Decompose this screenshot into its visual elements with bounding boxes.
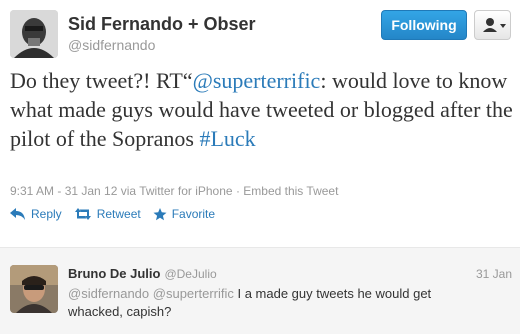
following-button[interactable]: Following <box>381 10 467 40</box>
author-handle[interactable]: @sidfernando <box>68 37 155 53</box>
user-menu-icon <box>483 18 506 32</box>
favorite-icon <box>153 207 167 220</box>
tweet-main: Sid Fernando + Obser @sidfernando Follow… <box>0 0 520 247</box>
reply-icon <box>10 208 25 220</box>
favorite-label: Favorite <box>171 207 216 221</box>
reply-button[interactable]: Reply <box>10 207 62 221</box>
tweet-meta: 9:31 AM - 31 Jan 12 via Twitter for iPho… <box>10 184 338 198</box>
tweet-text: Do they tweet?! RT“@superterrific: would… <box>10 66 515 153</box>
reply-author-handle[interactable]: @DeJulio <box>164 267 216 281</box>
retweet-button[interactable]: Retweet <box>74 207 141 221</box>
reply-tweet: Bruno De Julio @DeJulio 31 Jan @sidfernan… <box>0 247 520 334</box>
tweet-text-prefix: Do they tweet?! RT“ <box>10 68 193 93</box>
reply-label: Reply <box>31 207 62 221</box>
reply-author[interactable]: Bruno De Julio @DeJulio <box>68 266 217 281</box>
reply-date[interactable]: 31 Jan <box>476 267 512 281</box>
author-name[interactable]: Sid Fernando + Obser <box>68 14 256 35</box>
tweet-source: via Twitter for iPhone <box>120 184 233 198</box>
reply-author-name[interactable]: Bruno De Julio <box>68 266 160 281</box>
reply-mention-1[interactable]: @sidfernando <box>68 286 149 301</box>
tweet-mention-link[interactable]: @superterrific <box>193 68 321 93</box>
tweet-timestamp[interactable]: 9:31 AM - 31 Jan 12 <box>10 184 117 198</box>
meta-separator: · <box>235 184 240 198</box>
favorite-button[interactable]: Favorite <box>153 207 215 221</box>
retweet-label: Retweet <box>96 207 141 221</box>
embed-tweet-link[interactable]: Embed this Tweet <box>243 184 338 198</box>
user-actions-button[interactable] <box>474 10 511 40</box>
tweet-hashtag-link[interactable]: #Luck <box>199 126 255 151</box>
reply-text: @sidfernando @superterrific I a made guy… <box>68 285 468 321</box>
tweet-actions: Reply Retweet Favorite <box>10 205 227 223</box>
author-avatar[interactable] <box>10 10 58 58</box>
reply-mention-2[interactable]: @superterrific <box>153 286 234 301</box>
reply-author-avatar[interactable] <box>10 265 58 313</box>
retweet-icon <box>74 208 91 220</box>
